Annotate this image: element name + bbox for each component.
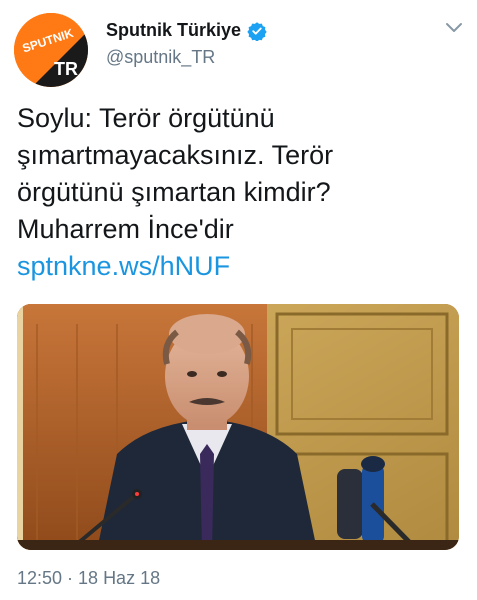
tweet-text-line: örgütünü şımartan kimdir? [17, 177, 331, 207]
verified-badge-icon [247, 21, 267, 41]
avatar-region-text: TR [54, 59, 78, 79]
tweet-text-line: şımartmayacaksınız. Terör [17, 140, 334, 170]
tweet-text: Soylu: Terör örgütünü şımartmayacaksınız… [17, 100, 457, 248]
display-name[interactable]: Sputnik Türkiye [106, 20, 241, 41]
author-name-row[interactable]: Sputnik Türkiye [106, 20, 267, 41]
chevron-down-icon[interactable] [445, 22, 463, 34]
user-handle[interactable]: @sputnik_TR [106, 47, 215, 68]
tweet-text-line: Soylu: Terör örgütünü [17, 103, 275, 133]
tweet-link[interactable]: sptnkne.ws/hNUF [17, 248, 230, 285]
tweet-timestamp[interactable]: 12:50 · 18 Haz 18 [17, 568, 160, 589]
tweet-card: SPUTNIK TR Sputnik Türkiye @sputnik_TR S… [0, 0, 477, 600]
avatar[interactable]: SPUTNIK TR [14, 13, 88, 87]
sputnik-logo: SPUTNIK TR [14, 13, 88, 87]
tweet-text-line: Muharrem İnce'dir [17, 214, 234, 244]
photo-illustration [17, 304, 459, 550]
tweet-media-photo[interactable] [17, 304, 459, 550]
